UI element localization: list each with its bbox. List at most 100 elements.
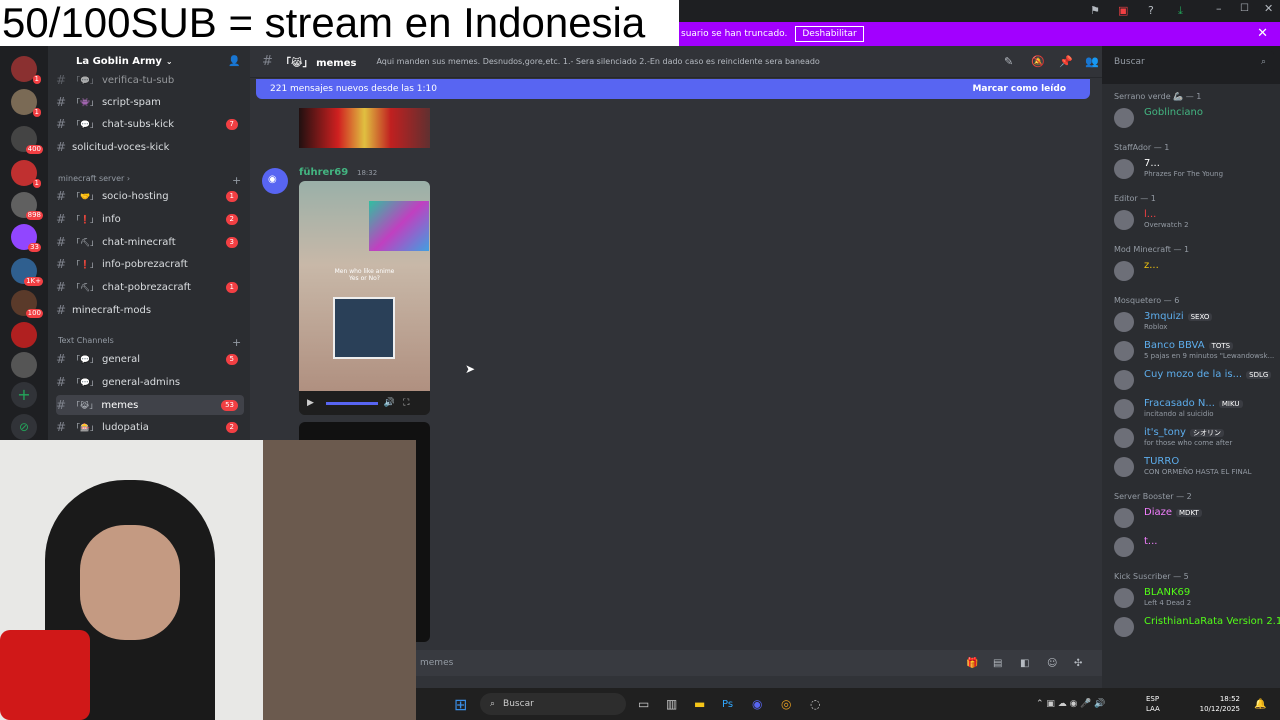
avatar[interactable]: ◉ (262, 168, 288, 194)
maximize-icon[interactable]: ☐ (1240, 3, 1249, 14)
tray-icons[interactable]: ⌃ ▣ ☁ ◉ 🎤 🔊 (1036, 699, 1106, 709)
language-indicator[interactable]: ESP LAA (1146, 694, 1160, 714)
member-item[interactable]: Goblinciano (1114, 106, 1276, 130)
member-name-text: TURRO (1144, 456, 1180, 467)
member-role-header: Mod Minecraft — 1 (1114, 245, 1190, 254)
discover-icon[interactable]: ⊘ (11, 414, 37, 440)
task-view-icon[interactable]: ▭ (638, 697, 649, 711)
search-input[interactable]: Buscar ⌕ (1102, 51, 1274, 73)
member-item[interactable]: Cuy mozo de la is... SDLG (1114, 368, 1276, 392)
help-icon[interactable]: ? (1148, 4, 1154, 17)
pin-icon[interactable]: 📌 (1059, 55, 1073, 68)
server-icon[interactable]: 100 (11, 290, 43, 318)
app-icon[interactable]: ◌ (810, 697, 820, 711)
member-item[interactable]: Banco BBVA TOTS 5 pajas en 9 minutos "Lewa… (1114, 339, 1276, 363)
close-icon[interactable]: ✕ (1257, 26, 1268, 41)
member-name-text: Diaze (1144, 507, 1173, 518)
member-name-text: Banco BBVA (1144, 340, 1205, 351)
member-item[interactable]: z... (1114, 259, 1276, 283)
photoshop-icon[interactable]: Ps (722, 699, 733, 710)
hash-icon: # (56, 117, 67, 131)
add-server-icon[interactable]: + (11, 382, 37, 408)
screen-share-icon[interactable]: ▣ (1118, 4, 1128, 17)
server-icon[interactable]: 1 (11, 89, 41, 117)
video-progress[interactable] (325, 401, 378, 405)
video-poster (369, 201, 429, 251)
channel-item-memes[interactable]: # 「😹」 memes 53 (56, 395, 244, 415)
add-member-icon[interactable]: 👤 (228, 56, 240, 67)
members-icon[interactable]: 👥 (1085, 55, 1099, 68)
image-attachment[interactable] (299, 108, 430, 148)
mark-read-button[interactable]: Marcar como leído (972, 84, 1066, 94)
channel-item[interactable]: # 「❗」 info 2 (56, 209, 244, 229)
channel-item[interactable]: # 「👾」 script-spam (56, 92, 244, 112)
gif-icon[interactable]: ▤ (993, 658, 1002, 669)
channel-item[interactable]: # 「❗」 info-pobrezacraft (56, 254, 244, 274)
gift-icon[interactable]: 🎁 (966, 658, 978, 669)
channel-item[interactable]: # solicitud-voces-kick (56, 137, 244, 157)
member-name: it's_tony シオリン (1144, 427, 1224, 438)
server-icon[interactable]: 1 (11, 56, 41, 84)
apps-icon[interactable]: ✣ (1074, 658, 1082, 669)
fullscreen-icon[interactable]: ⛶ (403, 398, 409, 408)
threads-icon[interactable]: ✎ (1004, 55, 1013, 68)
channel-item[interactable]: # 「⛏」 chat-pobrezacraft 1 (56, 277, 244, 297)
close-window-icon[interactable]: ✕ (1264, 2, 1273, 15)
app-icon[interactable]: ▥ (666, 697, 677, 711)
server-icon[interactable]: 33 (11, 224, 41, 252)
member-item[interactable]: Fracasado N... MIKU incitando al suicidio (1114, 397, 1276, 421)
disable-button[interactable]: Deshabilitar (795, 26, 864, 42)
member-name: Banco BBVA TOTS (1144, 340, 1234, 351)
member-item[interactable]: t... (1114, 535, 1276, 559)
clock[interactable]: 18:52 10/12/2025 (1194, 694, 1240, 714)
channel-item[interactable]: # 「🤝」 socio-hosting 1 (56, 186, 244, 206)
channel-item[interactable]: # 「🎰」 ludopatia 2 (56, 417, 244, 437)
message-composer[interactable]: memes 🎁 ▤ ◧ ☺ ✣ (416, 650, 1102, 676)
video-inset (333, 297, 395, 359)
mute-icon[interactable]: 🔕 (1031, 55, 1045, 68)
sticker-icon[interactable]: ◧ (1020, 658, 1029, 669)
notification-icon[interactable]: 🔔 (1254, 699, 1266, 710)
server-icon[interactable]: 400 (11, 126, 43, 154)
channel-item[interactable]: # 「💬」 general-admins (56, 372, 244, 392)
server-icon[interactable]: 1K+ (11, 258, 43, 286)
download-icon[interactable]: ⤓ (1178, 4, 1183, 18)
category-header[interactable]: minecraft server › + (58, 174, 241, 187)
add-channel-icon[interactable]: + (232, 336, 241, 349)
member-item[interactable]: Diaze MDKT (1114, 506, 1276, 530)
discord-icon[interactable]: ◉ (752, 697, 762, 711)
channel-item[interactable]: # 「💬」 general 5 (56, 349, 244, 369)
volume-icon[interactable]: 🔊 (384, 398, 395, 408)
minimize-icon[interactable]: – (1216, 2, 1222, 15)
channel-sidebar: La Goblin Army ⌄ 👤 # 「💬」 verifica-tu-sub #… (48, 46, 250, 444)
server-icon[interactable] (11, 352, 37, 378)
server-icon[interactable] (11, 322, 37, 348)
member-item[interactable]: BLANK69 Left 4 Dead 2 (1114, 586, 1276, 610)
channel-topic[interactable]: Aqui manden sus memes. Desnudos,gore,etc… (376, 57, 819, 66)
folder-icon[interactable]: ▬ (694, 697, 705, 711)
taskbar-search[interactable]: ⌕ Buscar (480, 693, 626, 715)
channel-item[interactable]: # 「💬」 verifica-tu-sub (56, 70, 244, 90)
member-item[interactable]: it's_tony シオリン for those who come after (1114, 426, 1276, 450)
channel-item[interactable]: # 「⛏」 chat-minecraft 3 (56, 232, 244, 252)
member-item[interactable]: l... Overwatch 2 (1114, 208, 1276, 232)
server-icon[interactable]: 898 (11, 192, 43, 220)
emoji-icon[interactable]: ☺ (1047, 658, 1057, 669)
message-author[interactable]: führer69 (299, 167, 348, 178)
chrome-icon[interactable]: ◎ (781, 697, 791, 711)
channel-item[interactable]: # 「💬」 chat-subs-kick 7 (56, 114, 244, 134)
inbox-icon[interactable]: ⚑ (1090, 4, 1100, 17)
start-icon[interactable]: ⊞ (454, 695, 467, 714)
server-badge: 898 (25, 211, 43, 220)
server-icon[interactable]: 1 (11, 160, 41, 188)
member-item[interactable]: TURRO CON ORMEÑO HASTA EL FINAL (1114, 455, 1276, 479)
video-attachment[interactable]: Men who like anime Yes or No? ▶ 🔊 ⛶ (299, 181, 430, 415)
new-messages-bar[interactable]: 221 mensajes nuevos desde las 1:10 Marca… (256, 79, 1090, 99)
member-item[interactable]: CristhianLaRata Version 2.1 (1114, 615, 1280, 639)
member-list: Serrano verde 🦾 — 1 Goblinciano StaffAdor … (1102, 84, 1280, 694)
member-item[interactable]: 7... Phrazes For The Young (1114, 157, 1276, 181)
play-icon[interactable]: ▶ (307, 398, 314, 408)
channel-item[interactable]: # minecraft-mods (56, 300, 244, 320)
member-item[interactable]: 3mquizi SEXO Roblox (1114, 310, 1276, 334)
category-header[interactable]: Text Channels + (58, 336, 241, 349)
